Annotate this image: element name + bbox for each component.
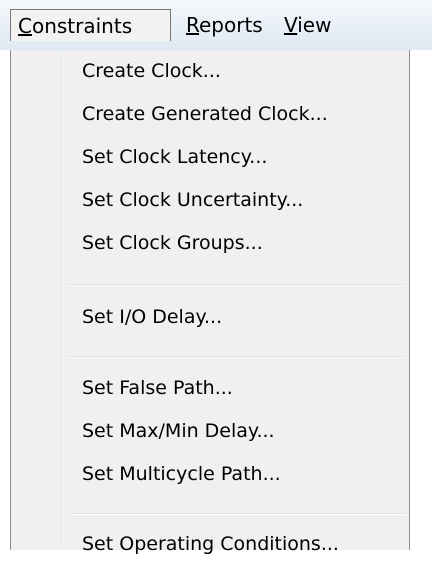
menu-item-set-clock-latency[interactable]: Set Clock Latency...	[14, 137, 406, 177]
menu-item-label: Create Clock...	[82, 60, 221, 82]
menu-constraints[interactable]: Constraints	[10, 9, 171, 41]
menu-item-label: Create Generated Clock...	[82, 103, 328, 125]
menu-view-label: iew	[297, 13, 332, 37]
menu-view-mnemonic: V	[284, 13, 298, 37]
menu-reports-mnemonic: R	[186, 13, 199, 37]
menu-item-label: Set Clock Uncertainty...	[82, 189, 304, 211]
menu-item-create-generated-clock[interactable]: Create Generated Clock...	[14, 94, 406, 134]
menu-constraints-label: onstraints	[31, 14, 133, 38]
menu-item-set-max-min-delay[interactable]: Set Max/Min Delay...	[14, 411, 406, 451]
menu-reports-label: eports	[199, 13, 263, 37]
menu-item-label: Set I/O Delay...	[82, 306, 223, 328]
menu-reports[interactable]: Reports	[186, 9, 263, 41]
menu-item-label: Set False Path...	[82, 377, 233, 399]
menu-item-create-clock[interactable]: Create Clock...	[14, 51, 406, 91]
menu-separator	[69, 356, 405, 358]
constraints-dropdown-menu: Create Clock... Create Generated Clock..…	[10, 50, 410, 555]
menu-item-set-clock-groups[interactable]: Set Clock Groups...	[14, 223, 406, 263]
menu-bar: Constraints Reports View	[0, 0, 432, 50]
menu-constraints-mnemonic: C	[18, 14, 32, 38]
menu-item-set-io-delay[interactable]: Set I/O Delay...	[14, 297, 406, 337]
menu-item-set-multicycle-path[interactable]: Set Multicycle Path...	[14, 454, 406, 494]
menu-item-label: Set Clock Latency...	[82, 146, 268, 168]
menu-view[interactable]: View	[284, 9, 331, 41]
menu-item-set-clock-uncertainty[interactable]: Set Clock Uncertainty...	[14, 180, 406, 220]
menu-item-label: Set Clock Groups...	[82, 232, 263, 254]
menu-item-label: Set Max/Min Delay...	[82, 420, 275, 442]
menu-separator	[69, 513, 405, 515]
menu-item-set-operating-conditions[interactable]: Set Operating Conditions...	[14, 524, 406, 564]
menu-item-label: Set Operating Conditions...	[82, 533, 339, 555]
menu-separator	[69, 284, 405, 286]
menu-item-set-false-path[interactable]: Set False Path...	[14, 368, 406, 408]
menu-item-label: Set Multicycle Path...	[82, 463, 281, 485]
